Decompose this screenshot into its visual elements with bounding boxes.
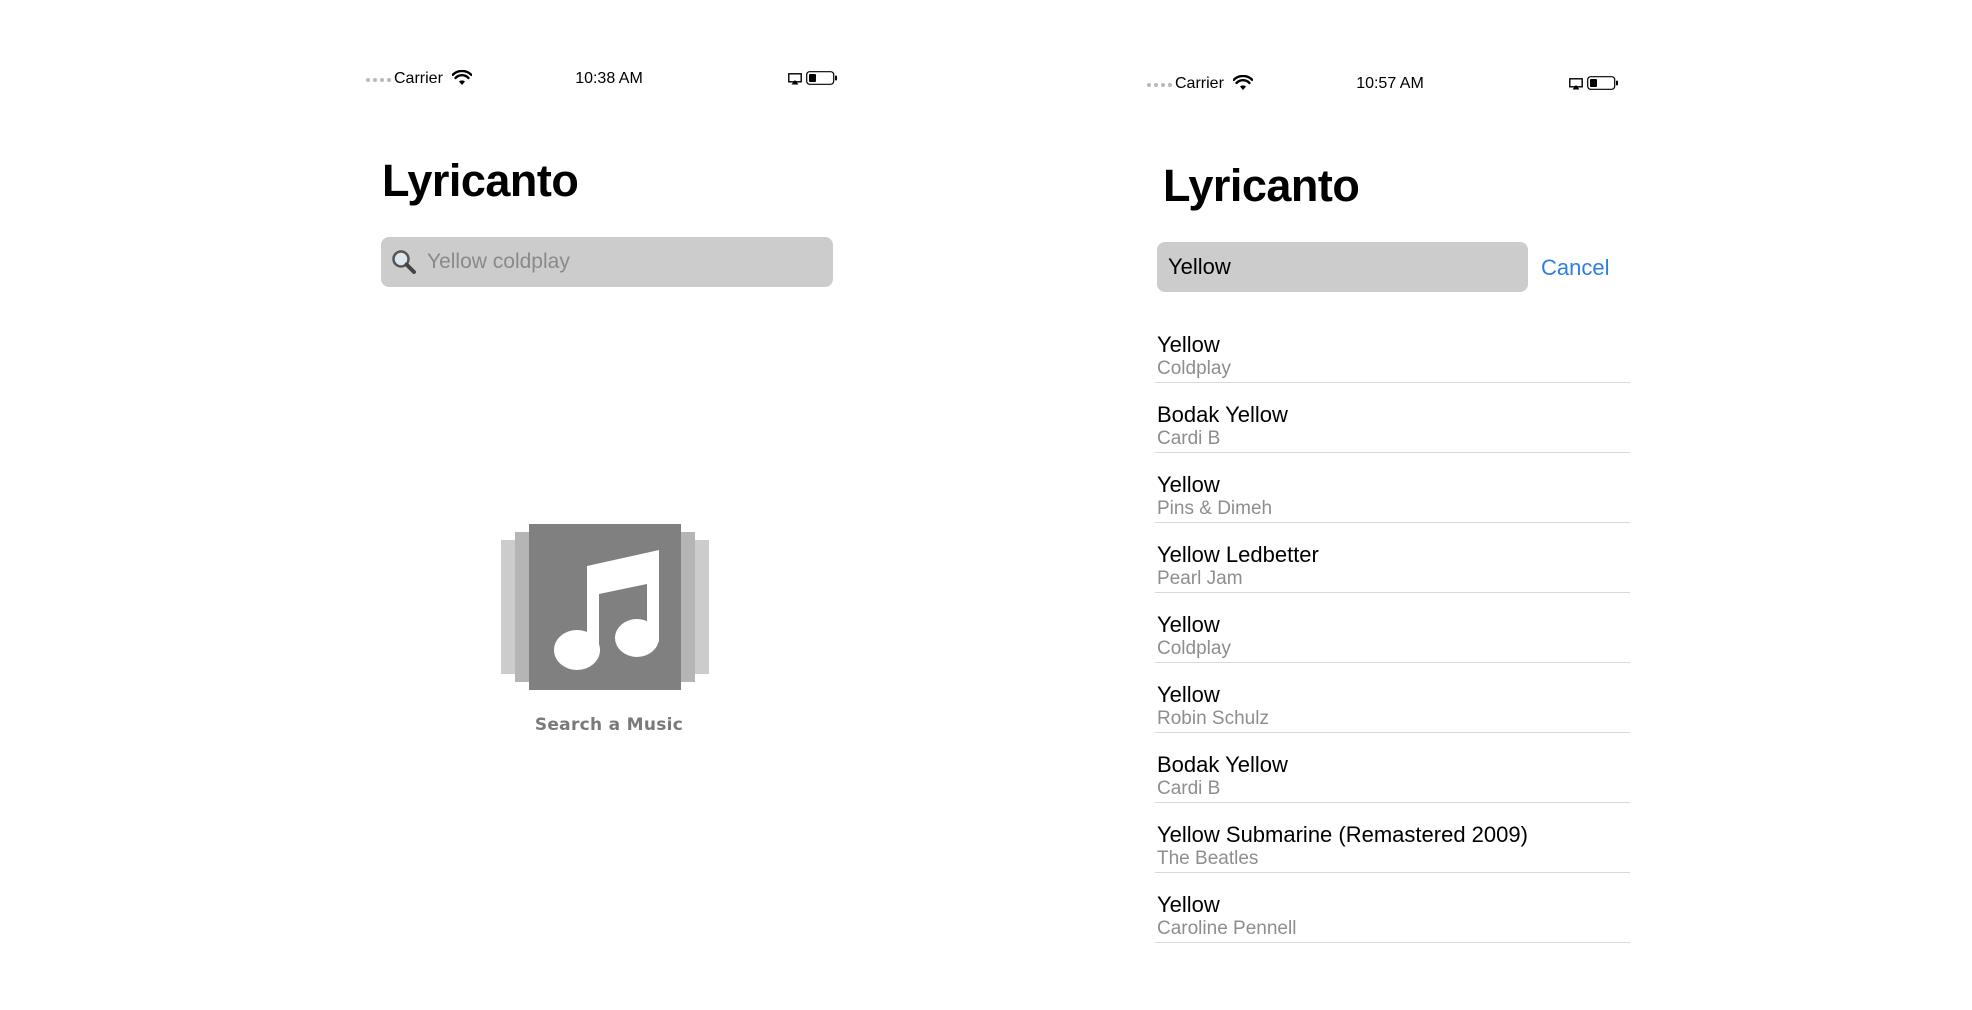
cancel-button[interactable]: Cancel: [1541, 255, 1609, 281]
result-row[interactable]: Yellow Ledbetter Pearl Jam: [1155, 523, 1630, 593]
song-title: Yellow: [1157, 332, 1220, 357]
song-title: Yellow: [1157, 472, 1220, 497]
artist-name: Pins & Dimeh: [1157, 498, 1273, 519]
song-title: Yellow: [1157, 682, 1220, 707]
song-title: Yellow Ledbetter: [1157, 542, 1319, 567]
artist-name: Caroline Pennell: [1157, 918, 1297, 939]
status-bar: Carrier 10:38 AM: [364, 66, 854, 96]
airplay-icon: [788, 72, 802, 90]
app-title: Lyricanto: [1163, 160, 1360, 211]
battery-icon: [806, 71, 838, 90]
music-note-icon: [554, 550, 659, 670]
status-bar: Carrier 10:57 AM: [1145, 71, 1635, 101]
battery-icon: [1587, 76, 1619, 95]
song-title: Yellow: [1157, 612, 1220, 637]
phone-screen-results: Carrier 10:57 AM Lyricanto Yellow Cancel…: [1145, 0, 1635, 1010]
empty-state-label: Search a Music: [534, 715, 684, 735]
airplay-icon: [1569, 77, 1583, 95]
artist-name: Coldplay: [1157, 638, 1231, 659]
result-row[interactable]: Yellow Caroline Pennell: [1155, 873, 1630, 943]
song-title: Yellow Submarine (Remastered 2009): [1157, 822, 1528, 847]
result-row[interactable]: Yellow Coldplay: [1155, 593, 1630, 663]
artist-name: The Beatles: [1157, 848, 1259, 869]
song-title: Bodak Yellow: [1157, 752, 1288, 777]
result-row[interactable]: Yellow Pins & Dimeh: [1155, 453, 1630, 523]
result-row[interactable]: Yellow Robin Schulz: [1155, 663, 1630, 733]
result-row[interactable]: Bodak Yellow Cardi B: [1155, 733, 1630, 803]
music-library-illustration: [501, 524, 709, 690]
artist-name: Cardi B: [1157, 778, 1221, 799]
result-row[interactable]: Yellow Coldplay: [1155, 313, 1630, 383]
result-row[interactable]: Yellow Submarine (Remastered 2009) The B…: [1155, 803, 1630, 873]
search-icon: [391, 249, 417, 280]
artist-name: Cardi B: [1157, 428, 1221, 449]
song-title: Yellow: [1157, 892, 1220, 917]
artist-name: Pearl Jam: [1157, 568, 1243, 589]
search-placeholder: Yellow coldplay: [427, 250, 570, 273]
artist-name: Coldplay: [1157, 358, 1231, 379]
artist-name: Robin Schulz: [1157, 708, 1269, 729]
search-input[interactable]: Yellow coldplay: [381, 237, 833, 287]
search-results-list: Yellow Coldplay Bodak Yellow Cardi B Yel…: [1155, 313, 1630, 943]
status-time: 10:57 AM: [1356, 75, 1424, 92]
app-title: Lyricanto: [382, 155, 579, 206]
search-input[interactable]: Yellow: [1157, 242, 1528, 292]
search-value: Yellow: [1168, 254, 1231, 279]
status-time: 10:38 AM: [575, 70, 643, 87]
result-row[interactable]: Bodak Yellow Cardi B: [1155, 383, 1630, 453]
phone-screen-empty: Carrier 10:38 AM Lyricanto Yellow coldpl…: [364, 0, 854, 1010]
song-title: Bodak Yellow: [1157, 402, 1288, 427]
